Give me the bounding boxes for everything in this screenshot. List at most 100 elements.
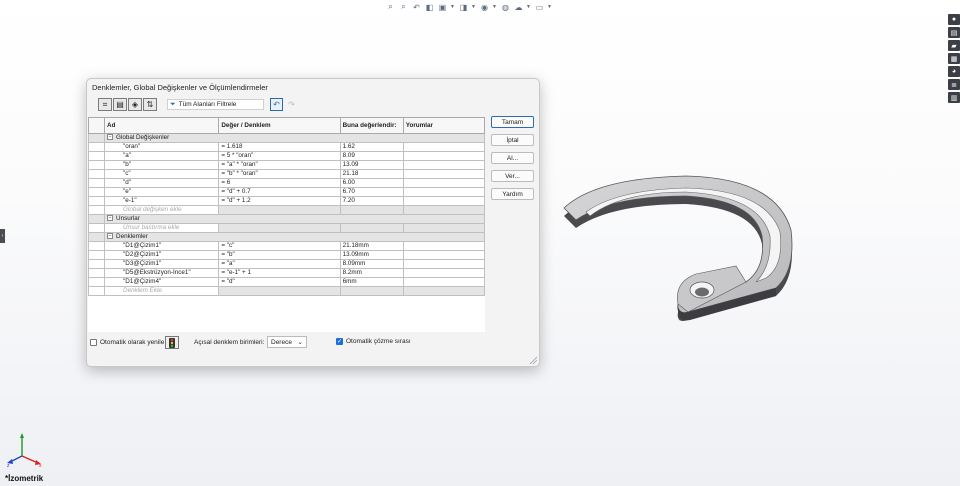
row-name-cell[interactable]: "d": [104, 178, 220, 188]
resources-icon[interactable]: ●: [948, 14, 960, 25]
auto-rebuild-checkbox[interactable]: [90, 339, 97, 346]
file-explorer-icon[interactable]: ▰: [948, 40, 960, 51]
table-row[interactable]: "oran" = 1.618 1.62: [87, 142, 486, 152]
row-equation-cell[interactable]: = "b": [218, 250, 341, 260]
column-header-value[interactable]: Değer / Denklem: [218, 117, 341, 134]
custom-properties-icon[interactable]: ≣: [948, 79, 960, 90]
auto-solve-option[interactable]: ✓ Otomatik çözme sırası: [336, 338, 411, 345]
row-comment-cell[interactable]: [402, 187, 486, 197]
table-row[interactable]: "d" = 6 6.00: [87, 178, 486, 188]
row-name-cell[interactable]: "e-1": [104, 196, 220, 206]
add-equation-row[interactable]: Denklem Ekle: [87, 286, 486, 296]
help-button[interactable]: Yardım: [491, 188, 534, 200]
row-comment-cell[interactable]: [402, 250, 486, 260]
column-header-comments[interactable]: Yorumlar: [402, 117, 486, 134]
row-comment-cell[interactable]: [402, 196, 486, 206]
auto-solve-checkbox[interactable]: ✓: [336, 338, 343, 345]
row-equation-cell[interactable]: = "d": [218, 277, 341, 287]
table-row[interactable]: "a" = 5 * "oran" 8.09: [87, 151, 486, 161]
cancel-button[interactable]: İptal: [491, 134, 534, 146]
row-name-cell[interactable]: "D5@Ekstrüzyon-İnce1": [104, 268, 220, 278]
row-name-cell[interactable]: "a": [104, 151, 220, 161]
row-name-cell[interactable]: "oran": [104, 142, 220, 152]
table-row[interactable]: "D1@Çizim1" = "c" 21.18mm: [87, 241, 486, 251]
row-equation-cell[interactable]: = 5 * "oran": [218, 151, 341, 161]
export-button[interactable]: Ver...: [491, 170, 534, 182]
feature-manager-expand-tab[interactable]: ›: [0, 229, 5, 243]
zoom-to-fit-icon[interactable]: ⌕: [385, 2, 396, 13]
table-row[interactable]: "D1@Çizim4" = "d" 6mm: [87, 277, 486, 287]
row-comment-cell[interactable]: [402, 169, 486, 179]
add-feature-suppression-row[interactable]: Unsur bastırma ekle: [87, 223, 486, 233]
import-button[interactable]: Al...: [491, 152, 534, 164]
row-comment-cell[interactable]: [402, 259, 486, 269]
undo-icon[interactable]: ↶: [270, 98, 283, 111]
row-comment-cell[interactable]: [402, 241, 486, 251]
row-equation-cell[interactable]: = "e-1" + 1: [218, 268, 341, 278]
chevron-down-icon[interactable]: ▼: [450, 4, 456, 10]
view-palette-icon[interactable]: ▦: [948, 53, 960, 64]
row-comment-cell[interactable]: [402, 160, 486, 170]
table-row[interactable]: "e-1" = "d" + 1.2 7.20: [87, 196, 486, 206]
row-equation-cell[interactable]: = 6: [218, 178, 341, 188]
table-row[interactable]: "D5@Ekstrüzyon-İnce1" = "e-1" + 1 8.2mm: [87, 268, 486, 278]
row-name-cell[interactable]: "D3@Çizim1": [104, 259, 220, 269]
row-equation-cell[interactable]: = 1.618: [218, 142, 341, 152]
forum-icon[interactable]: ▥: [948, 92, 960, 103]
table-row[interactable]: "b" = "a" * "oran" 13.09: [87, 160, 486, 170]
row-name-cell[interactable]: "b": [104, 160, 220, 170]
chevron-down-icon[interactable]: ▼: [547, 4, 553, 10]
previous-view-icon[interactable]: ↶: [411, 2, 422, 13]
column-header-evaluates[interactable]: Buna değerlendir:: [339, 117, 404, 134]
chevron-down-icon[interactable]: ▼: [492, 4, 498, 10]
edit-appearance-icon[interactable]: ◍: [500, 2, 511, 13]
row-equation-cell[interactable]: = "a" * "oran": [218, 160, 341, 170]
equation-view-icon[interactable]: ⌗: [98, 98, 112, 111]
dimension-view-icon[interactable]: ◈: [128, 98, 142, 111]
ok-button[interactable]: Tamam: [491, 116, 534, 128]
table-row[interactable]: "e" = "d" + 0.7 6.70: [87, 187, 486, 197]
view-settings-icon[interactable]: ▭: [534, 2, 545, 13]
view-orientation-icon[interactable]: ▣: [437, 2, 448, 13]
collapse-icon[interactable]: −: [107, 134, 114, 141]
appearances-icon[interactable]: ◕: [948, 66, 960, 77]
table-row[interactable]: "c" = "b" * "oran" 21.18: [87, 169, 486, 179]
column-header-name[interactable]: Ad: [104, 117, 220, 134]
ordered-view-icon[interactable]: ⇅: [143, 98, 157, 111]
row-equation-cell[interactable]: = "d" + 0.7: [218, 187, 341, 197]
row-equation-cell[interactable]: = "c": [218, 241, 341, 251]
scene-icon[interactable]: ☁: [513, 2, 524, 13]
row-name-cell[interactable]: "e": [104, 187, 220, 197]
sketch-equation-view-icon[interactable]: ▤: [113, 98, 127, 111]
add-global-variable-row[interactable]: Global değişken ekle: [87, 205, 486, 215]
row-name-cell[interactable]: "D2@Çizim1": [104, 250, 220, 260]
auto-rebuild-option[interactable]: Otomatik olarak yenile: [90, 339, 164, 346]
rebuild-traffic-light-icon[interactable]: [165, 336, 179, 349]
row-comment-cell[interactable]: [402, 277, 486, 287]
hide-show-icon[interactable]: ◉: [479, 2, 490, 13]
angle-units-select[interactable]: Derece ⌄: [267, 336, 307, 348]
chevron-down-icon[interactable]: ▼: [471, 4, 477, 10]
resize-grip-icon[interactable]: [529, 356, 537, 364]
chevron-down-icon[interactable]: ▼: [526, 4, 532, 10]
table-row[interactable]: "D2@Çizim1" = "b" 13.09mm: [87, 250, 486, 260]
redo-icon[interactable]: ↷: [285, 98, 298, 111]
collapse-icon[interactable]: −: [107, 233, 114, 240]
display-style-icon[interactable]: ◨: [458, 2, 469, 13]
row-name-cell[interactable]: "D1@Çizim1": [104, 241, 220, 251]
filter-all-fields[interactable]: ⏷ Tüm Alanları Filtrele: [167, 99, 264, 110]
design-library-icon[interactable]: ▤: [948, 27, 960, 38]
row-comment-cell[interactable]: [402, 142, 486, 152]
row-name-cell[interactable]: "c": [104, 169, 220, 179]
zoom-area-icon[interactable]: ⌕: [398, 2, 409, 13]
table-row[interactable]: "D3@Çizim1" = "a" 8.09mm: [87, 259, 486, 269]
row-comment-cell[interactable]: [402, 151, 486, 161]
row-comment-cell[interactable]: [402, 178, 486, 188]
row-name-cell[interactable]: "D1@Çizim4": [104, 277, 220, 287]
row-equation-cell[interactable]: = "b" * "oran": [218, 169, 341, 179]
row-equation-cell[interactable]: = "a": [218, 259, 341, 269]
section-view-icon[interactable]: ◧: [424, 2, 435, 13]
row-equation-cell[interactable]: = "d" + 1.2: [218, 196, 341, 206]
row-comment-cell[interactable]: [402, 268, 486, 278]
collapse-icon[interactable]: −: [107, 215, 114, 222]
